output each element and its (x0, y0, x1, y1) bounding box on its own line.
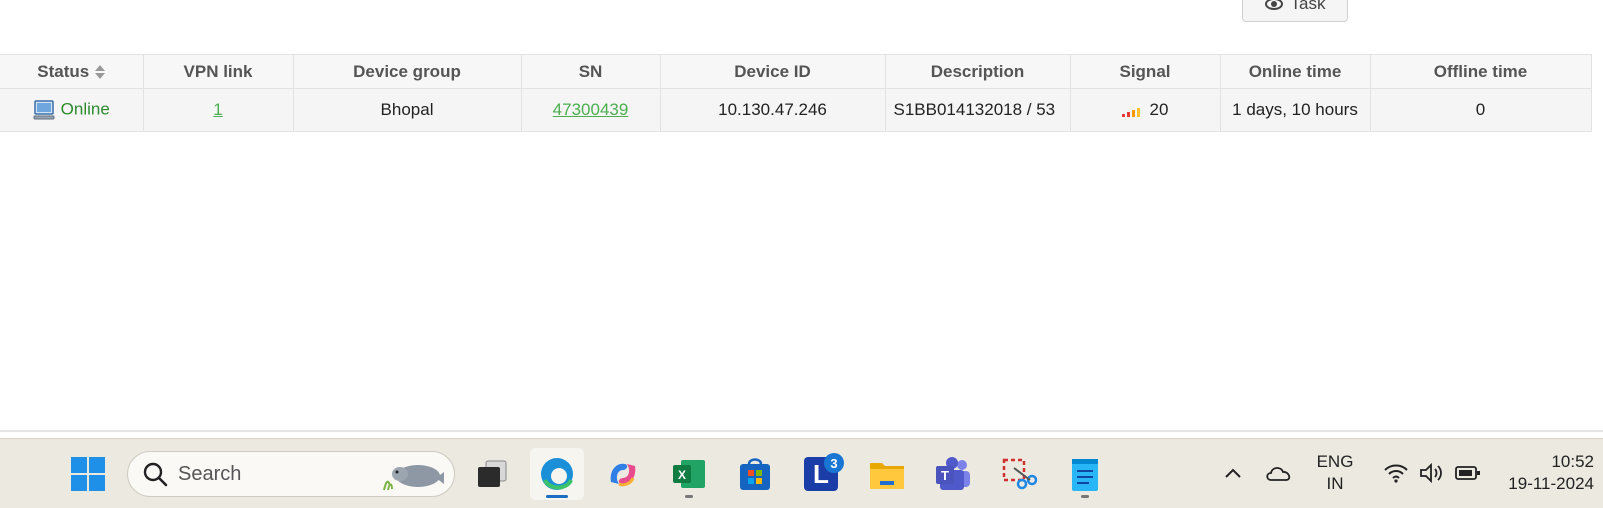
cell-device-id: 10.130.47.246 (659, 88, 886, 132)
task-button[interactable]: Task (1242, 0, 1348, 22)
volume-icon (1420, 463, 1442, 483)
signal-value: 20 (1149, 100, 1169, 119)
store-icon (740, 458, 770, 490)
edge-icon (541, 458, 573, 490)
eye-icon (1264, 0, 1283, 10)
svg-text:T: T (941, 468, 949, 483)
cell-status: Online (0, 88, 144, 132)
onedrive-button[interactable] (1262, 457, 1296, 489)
cell-device-group: Bhopal (292, 88, 522, 132)
region-code: IN (1326, 474, 1344, 493)
search-icon (143, 462, 168, 487)
active-indicator (546, 495, 568, 498)
cell-description: S1BB014132018 / 53 (884, 88, 1071, 132)
cell-offline-time: 0 (1369, 88, 1592, 132)
cell-vpn-link: 1 (142, 88, 294, 132)
chevron-up-icon (1225, 468, 1241, 478)
notepad-app-button[interactable] (1058, 448, 1112, 500)
file-explorer-button[interactable] (860, 448, 914, 500)
clock-date: 19-11-2024 (1508, 474, 1594, 493)
header-description[interactable]: Description (884, 54, 1071, 89)
wifi-icon (1384, 464, 1408, 483)
notepad-icon (1072, 459, 1098, 491)
signal-bars-icon (1121, 107, 1140, 117)
copilot-icon (610, 463, 636, 487)
header-sn[interactable]: SN (520, 54, 661, 89)
status-text: Online (60, 99, 110, 119)
edge-app-button[interactable] (530, 448, 584, 500)
excel-app-button[interactable]: X (662, 448, 716, 500)
copilot-app-button[interactable] (596, 448, 650, 500)
horizontal-scrollbar[interactable] (0, 430, 1603, 432)
table-header-row: Status VPN link Device group SN Device I… (0, 54, 1592, 89)
store-app-button[interactable] (728, 448, 782, 500)
folder-icon (870, 463, 904, 489)
notification-badge: 3 (824, 453, 844, 473)
sort-icon[interactable] (95, 65, 106, 80)
sn-link[interactable]: 47300439 (553, 100, 629, 119)
header-status[interactable]: Status (0, 54, 144, 89)
task-button-label: Task (1290, 0, 1326, 13)
show-hidden-icons-button[interactable] (1218, 457, 1248, 489)
cell-sn: 47300439 (520, 88, 661, 132)
clock-time: 10:52 (1551, 452, 1594, 471)
header-device-id[interactable]: Device ID (659, 54, 886, 89)
manatee-illustration-icon (383, 465, 444, 491)
computer-icon (33, 100, 55, 120)
l-app-icon: L 3 (804, 453, 844, 491)
battery-icon (1455, 466, 1480, 480)
task-view-button[interactable] (466, 448, 520, 500)
header-device-group[interactable]: Device group (292, 54, 522, 89)
excel-icon: X (673, 460, 705, 488)
header-offline-time[interactable]: Offline time (1369, 54, 1592, 89)
start-button[interactable] (66, 453, 110, 495)
running-indicator (1081, 495, 1089, 498)
language-indicator[interactable]: ENG IN (1310, 451, 1360, 495)
header-vpn-link[interactable]: VPN link (142, 54, 294, 89)
clock[interactable]: 10:52 19-11-2024 (1498, 451, 1594, 495)
task-view-icon (478, 460, 507, 487)
svg-text:X: X (678, 468, 686, 482)
header-online-time[interactable]: Online time (1219, 54, 1371, 89)
cell-online-time: 1 days, 10 hours (1219, 88, 1371, 132)
snipping-tool-button[interactable] (992, 448, 1046, 500)
taskbar: Search X L 3 T ENG IN 10:52 19-11-2024 (0, 438, 1603, 508)
language-code: ENG (1316, 452, 1354, 471)
cloud-icon (1266, 467, 1291, 481)
header-signal[interactable]: Signal (1069, 54, 1221, 89)
teams-app-button[interactable]: T (926, 448, 980, 500)
search-placeholder: Search (178, 462, 242, 485)
scissors-icon (1002, 458, 1038, 490)
device-table: Status VPN link Device group SN Device I… (0, 54, 1592, 132)
l-app-button[interactable]: L 3 (794, 448, 848, 500)
teams-icon: T (936, 457, 970, 490)
vpn-link[interactable]: 1 (213, 100, 222, 119)
cell-signal: 20 (1069, 88, 1221, 132)
running-indicator (685, 495, 693, 498)
taskbar-search[interactable]: Search (127, 451, 455, 497)
windows-logo-icon (71, 457, 105, 491)
table-row[interactable]: Online 1 Bhopal 47300439 10.130.47.246 S… (0, 88, 1592, 132)
quick-settings-button[interactable] (1376, 457, 1488, 489)
